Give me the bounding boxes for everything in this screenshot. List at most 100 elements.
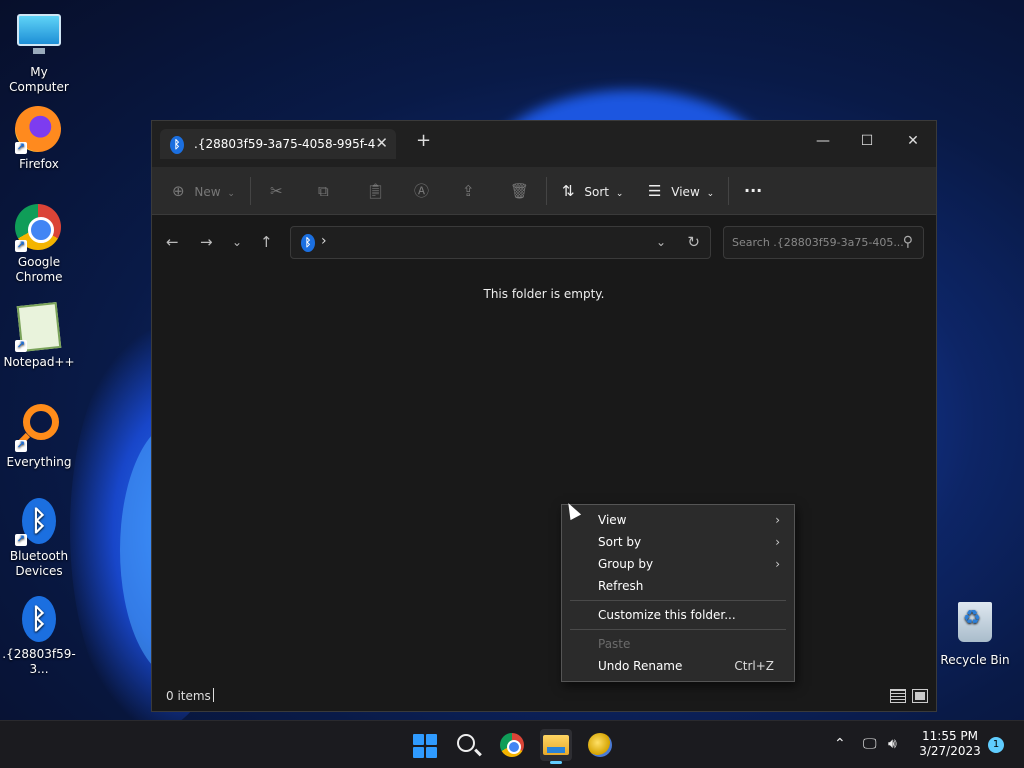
- address-dropdown-icon[interactable]: ⌄: [656, 235, 666, 249]
- search-icon: ⚲: [902, 234, 913, 250]
- taskbar-clock[interactable]: 11:55 PM 3/27/2023: [915, 729, 985, 759]
- chrome-icon: [500, 733, 524, 757]
- rename-icon: Ⓐ: [414, 182, 430, 200]
- chevron-right-icon: ›: [775, 535, 780, 549]
- address-bar[interactable]: ᛒ › ⌄ ↻: [290, 226, 711, 259]
- shortcut-arrow-icon: ↗: [15, 340, 27, 352]
- new-tab-icon[interactable]: +: [416, 132, 431, 150]
- clock-date: 3/27/2023: [919, 744, 981, 758]
- chrome-icon: ↗: [15, 204, 63, 252]
- chevron-right-icon: ›: [775, 513, 780, 527]
- command-bar: ⊕ New ⌄ ✂ ⧉ 📋︎ Ⓐ ⇪ 🗑︎ ⇅ Sort ⌄ ☰ View ⌄ …: [152, 167, 936, 215]
- search-button[interactable]: [452, 729, 484, 761]
- desktop-icon-label: Notepad++: [3, 355, 75, 369]
- menu-item-label: Customize this folder...: [598, 608, 736, 622]
- bluetooth-icon: ᛒ: [170, 136, 184, 154]
- shortcut-arrow-icon: ↗: [15, 534, 27, 546]
- desktop-icon-my-computer[interactable]: My Computer: [0, 8, 78, 95]
- forward-arrow-icon[interactable]: →: [200, 233, 213, 251]
- up-arrow-icon[interactable]: ↑: [260, 233, 273, 251]
- title-bar[interactable]: ᛒ .{28803f59-3a75-4058-995f-4 ✕ + — ☐ ✕: [152, 121, 936, 167]
- windows-logo-icon: [413, 734, 424, 745]
- bluetooth-app-icon: [588, 733, 612, 757]
- context-menu-item-refresh[interactable]: Refresh: [562, 575, 794, 597]
- close-window-button[interactable]: ✕: [890, 127, 936, 155]
- menu-separator: [570, 600, 786, 601]
- menu-item-label: Paste: [598, 637, 631, 651]
- minimize-button[interactable]: —: [800, 127, 846, 155]
- more-options-button[interactable]: ···: [744, 181, 762, 201]
- navigation-bar: ← → ⌄ ↑ ᛒ › ⌄ ↻ Search .{28803f59-3a75-4…: [152, 215, 936, 271]
- context-menu-item-group-by[interactable]: Group by ›: [562, 553, 794, 575]
- copy-button[interactable]: ⧉: [318, 181, 329, 201]
- shortcut-arrow-icon: ↗: [15, 440, 27, 452]
- explorer-tab[interactable]: ᛒ .{28803f59-3a75-4058-995f-4 ✕: [160, 129, 396, 159]
- clock-time: 11:55 PM: [922, 729, 978, 743]
- tab-close-icon[interactable]: ✕: [375, 134, 388, 152]
- taskbar: ⌃ 🖵︎ 🔊︎ 11:55 PM 3/27/2023 1: [0, 720, 1024, 768]
- shortcut-arrow-icon: ↗: [15, 142, 27, 154]
- sort-icon: ⇅: [562, 182, 575, 200]
- menu-item-label: Undo Rename: [598, 659, 683, 673]
- refresh-icon[interactable]: ↻: [687, 233, 700, 251]
- desktop-icon-bluetooth-devices[interactable]: ᛒ ↗ Bluetooth Devices: [0, 498, 78, 579]
- desktop-icon-label: Everything: [6, 455, 72, 469]
- breadcrumb-chevron-icon[interactable]: ›: [321, 233, 327, 249]
- recent-locations-chevron-icon[interactable]: ⌄: [232, 233, 242, 251]
- clipboard-icon: 📋︎: [366, 182, 386, 200]
- desktop-icon-label: Bluetooth Devices: [9, 549, 69, 578]
- volume-icon[interactable]: 🔊︎: [888, 735, 897, 753]
- desktop-icon-everything[interactable]: ↗ Everything: [0, 402, 78, 470]
- recycle-bin-icon: [951, 602, 999, 650]
- taskbar-bluetooth-app[interactable]: [584, 729, 616, 761]
- tab-title: .{28803f59-3a75-4058-995f-4: [194, 137, 376, 151]
- notification-badge[interactable]: 1: [988, 737, 1004, 753]
- sort-button[interactable]: ⇅ Sort ⌄: [562, 181, 623, 201]
- computer-icon: [15, 14, 63, 62]
- large-icons-view-icon[interactable]: [912, 689, 928, 703]
- menu-item-label: View: [598, 513, 627, 527]
- delete-button[interactable]: 🗑︎: [510, 181, 529, 201]
- desktop-icon-recycle-bin[interactable]: Recycle Bin: [936, 598, 1014, 668]
- scissors-icon: ✂: [270, 182, 283, 200]
- plus-circle-icon: ⊕: [172, 182, 185, 200]
- desktop-icon-label: Recycle Bin: [940, 653, 1010, 667]
- context-menu-item-sort-by[interactable]: Sort by ›: [562, 531, 794, 553]
- back-arrow-icon[interactable]: ←: [166, 233, 179, 251]
- show-hidden-icons-chevron-icon[interactable]: ⌃: [834, 735, 846, 753]
- start-button[interactable]: [408, 729, 440, 761]
- details-view-icon[interactable]: [890, 689, 906, 703]
- status-divider: [213, 688, 214, 702]
- toolbar-separator: [250, 177, 251, 205]
- menu-item-shortcut: Ctrl+Z: [734, 659, 774, 673]
- menu-item-label: Group by: [598, 557, 654, 571]
- desktop-icon-bluetooth-folder[interactable]: ᛒ .{28803f59-3...: [0, 596, 78, 677]
- context-menu-item-customize-folder[interactable]: Customize this folder...: [562, 604, 794, 626]
- taskbar-file-explorer[interactable]: [540, 729, 572, 764]
- network-icon[interactable]: 🖵︎: [863, 735, 877, 753]
- new-button[interactable]: ⊕ New ⌄: [172, 181, 235, 201]
- context-menu-item-undo-rename[interactable]: Undo Rename Ctrl+Z: [562, 655, 794, 677]
- paste-button[interactable]: 📋︎: [366, 181, 385, 201]
- taskbar-chrome[interactable]: [496, 729, 528, 761]
- new-button-label: New: [194, 185, 221, 199]
- desktop-icon-notepad-plus-plus[interactable]: ↗ Notepad++: [0, 302, 78, 370]
- cut-button[interactable]: ✂: [270, 181, 283, 201]
- empty-folder-message: This folder is empty.: [483, 287, 605, 301]
- view-button[interactable]: ☰ View ⌄: [648, 181, 714, 201]
- share-button[interactable]: ⇪: [462, 181, 475, 201]
- item-count: 0 items: [166, 689, 211, 703]
- firefox-icon: ↗: [15, 106, 63, 154]
- everything-search-icon: ↗: [15, 404, 63, 452]
- search-input[interactable]: Search .{28803f59-3a75-405... ⚲: [723, 226, 924, 259]
- chevron-down-icon: ⌄: [227, 189, 235, 199]
- desktop-icon-firefox[interactable]: ↗ Firefox: [0, 106, 78, 172]
- desktop-icon-google-chrome[interactable]: ↗ Google Chrome: [0, 204, 78, 285]
- maximize-button[interactable]: ☐: [844, 127, 890, 155]
- bluetooth-icon: ᛒ ↗: [15, 498, 63, 546]
- rename-button[interactable]: Ⓐ: [414, 181, 429, 201]
- context-menu-item-view[interactable]: View ›: [562, 509, 794, 531]
- file-list-area[interactable]: This folder is empty.: [152, 271, 936, 681]
- desktop-icon-label: .{28803f59-3...: [2, 647, 76, 676]
- search-icon: [457, 734, 475, 752]
